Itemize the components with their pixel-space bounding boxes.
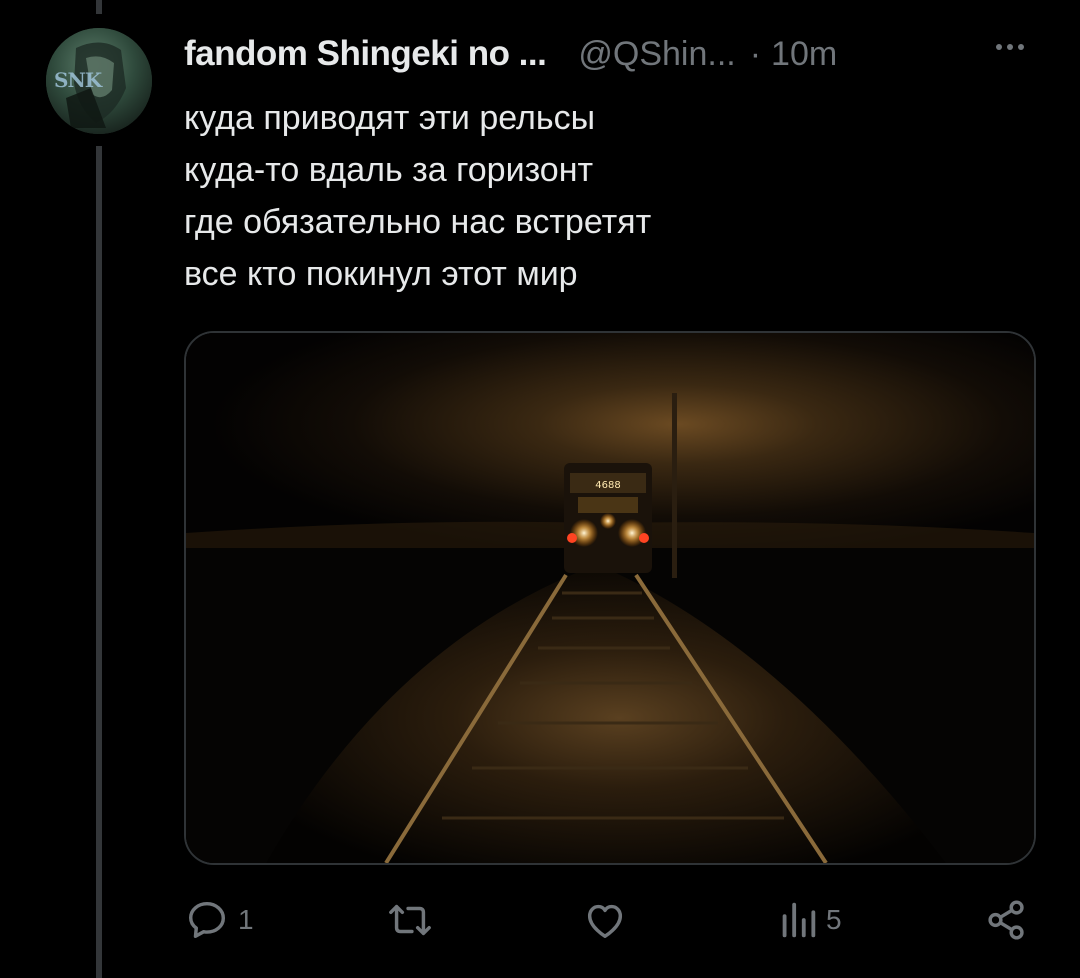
thread-line-bottom [96,146,102,978]
tweet-text: куда приводят эти рельсы куда-то вдаль з… [184,92,651,300]
train-photo: 4688 [186,333,1034,863]
tweet-text-line: куда-то вдаль за горизонт [184,151,594,189]
thread-line-top [96,0,102,14]
separator-dot: · [749,34,762,73]
views-button[interactable]: 5 [778,890,842,950]
tweet-card[interactable]: SNK fandom Shingeki no ... @QShin... · 1… [0,0,1080,978]
share-icon [988,900,1024,940]
timestamp[interactable]: 10m [771,35,837,74]
locomotive-sign: 4688 [595,480,620,491]
tweet-actions-bar: 1 5 [184,890,1034,950]
tweet-media-image[interactable]: 4688 [184,331,1036,865]
heart-icon [587,904,623,939]
reply-button[interactable]: 1 [184,890,254,950]
share-button[interactable] [984,890,1038,950]
views-count: 5 [826,904,842,935]
tweet-header: fandom Shingeki no ... @QShin... · 10m [184,30,1044,78]
tweet-text-line: все кто покинул этот мир [184,255,578,293]
reply-count: 1 [238,904,254,935]
display-name[interactable]: fandom Shingeki no ... [184,34,547,74]
views-chart-icon [782,902,816,938]
more-options-icon[interactable] [996,44,1024,50]
retweet-button[interactable] [384,890,444,950]
tweet-text-line: куда приводят эти рельсы [184,99,596,137]
retweet-icon [389,904,431,936]
user-handle[interactable]: @QShin... [578,35,735,74]
tweet-text-line: где обязательно нас встретят [184,203,652,241]
like-button[interactable] [582,890,636,950]
avatar[interactable]: SNK [46,28,152,134]
reply-icon [188,901,226,939]
avatar-logo-text: SNK [54,68,102,92]
